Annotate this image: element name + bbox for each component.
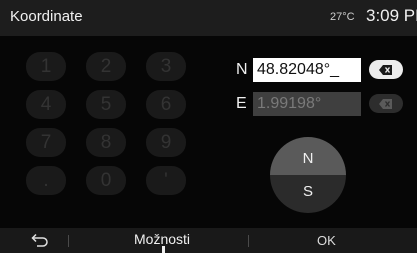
longitude-label: E <box>236 95 247 112</box>
options-button[interactable]: Možnosti <box>134 231 190 247</box>
key-3[interactable]: 3 <box>146 52 186 81</box>
longitude-backspace-button[interactable] <box>369 94 403 113</box>
key-0[interactable]: 0 <box>86 166 126 195</box>
divider <box>68 235 69 247</box>
temperature-readout: 27°C <box>330 11 355 23</box>
divider <box>248 235 249 247</box>
key-5[interactable]: 5 <box>86 90 126 119</box>
hemisphere-selector: N S <box>270 137 346 213</box>
back-arrow-icon[interactable] <box>31 233 49 247</box>
north-button[interactable]: N <box>270 137 346 175</box>
bottom-bar <box>0 228 417 253</box>
latitude-backspace-button[interactable] <box>369 60 403 79</box>
longitude-field[interactable]: 1.99198° <box>253 92 361 116</box>
backspace-icon <box>379 64 392 75</box>
key-2[interactable]: 2 <box>86 52 126 81</box>
south-button[interactable]: S <box>270 175 346 213</box>
key-6[interactable]: 6 <box>146 90 186 119</box>
key-9[interactable]: 9 <box>146 128 186 157</box>
clock: 3:09 PM <box>366 6 417 25</box>
key-8[interactable]: 8 <box>86 128 126 157</box>
ok-button[interactable]: OK <box>317 233 336 248</box>
key-1[interactable]: 1 <box>26 52 66 81</box>
key-4[interactable]: 4 <box>26 90 66 119</box>
key-decimal[interactable]: . <box>26 166 66 195</box>
key-7[interactable]: 7 <box>26 128 66 157</box>
latitude-label: N <box>236 61 248 78</box>
backspace-icon <box>379 98 392 109</box>
latitude-field[interactable]: 48.82048°_ <box>253 58 361 82</box>
pointer-marker <box>162 246 165 253</box>
page-title: Koordinate <box>10 8 83 25</box>
key-minute[interactable]: ' <box>146 166 186 195</box>
